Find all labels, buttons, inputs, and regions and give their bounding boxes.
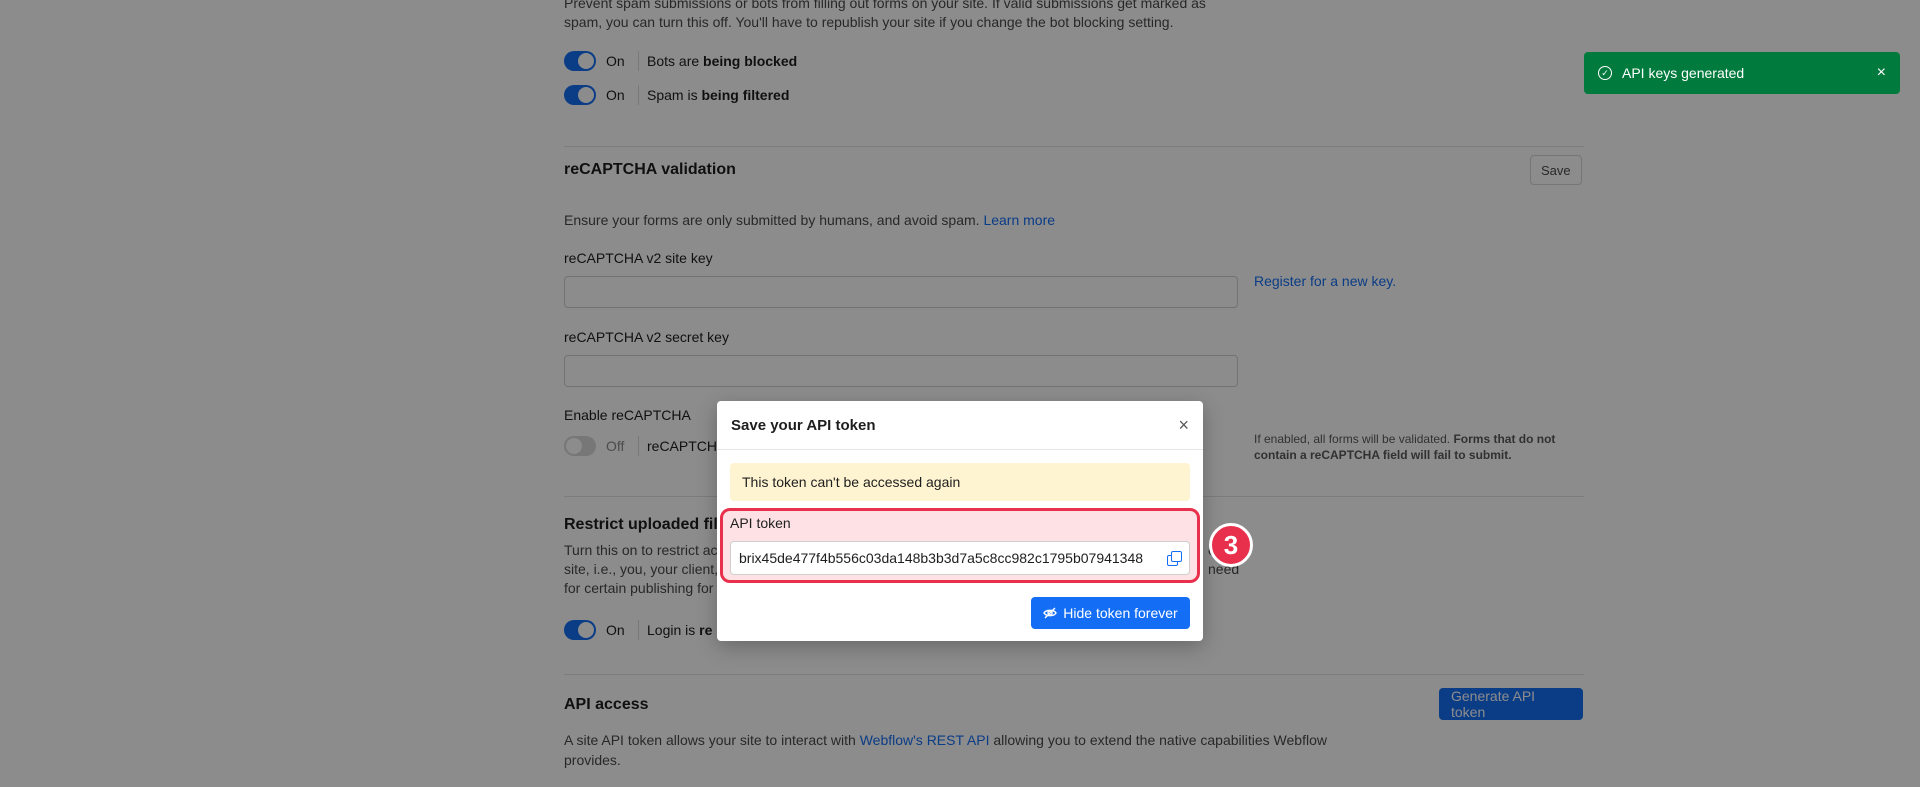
check-circle-icon: ✓ [1598, 66, 1612, 80]
eye-off-icon [1043, 606, 1058, 620]
api-token-modal: Save your API token × This token can't b… [717, 401, 1203, 641]
copy-icon[interactable] [1167, 551, 1182, 566]
api-token-label: API token [730, 515, 791, 531]
hide-token-label: Hide token forever [1063, 605, 1178, 621]
success-toast: ✓ API keys generated × [1584, 52, 1900, 94]
modal-header: Save your API token × [717, 401, 1203, 450]
close-icon[interactable]: × [1877, 64, 1886, 82]
modal-title: Save your API token [731, 416, 876, 434]
api-token-field[interactable]: brix45de477f4b556c03da148b3b3d7a5c8cc982… [730, 541, 1190, 575]
modal-backdrop[interactable] [0, 0, 1920, 787]
api-token-value[interactable]: brix45de477f4b556c03da148b3b3d7a5c8cc982… [739, 550, 1163, 566]
token-warning-banner: This token can't be accessed again [730, 463, 1190, 501]
close-icon[interactable]: × [1178, 415, 1189, 436]
hide-token-forever-button[interactable]: Hide token forever [1031, 597, 1190, 629]
step-number-badge: 3 [1209, 523, 1253, 567]
toast-message: API keys generated [1622, 65, 1745, 81]
